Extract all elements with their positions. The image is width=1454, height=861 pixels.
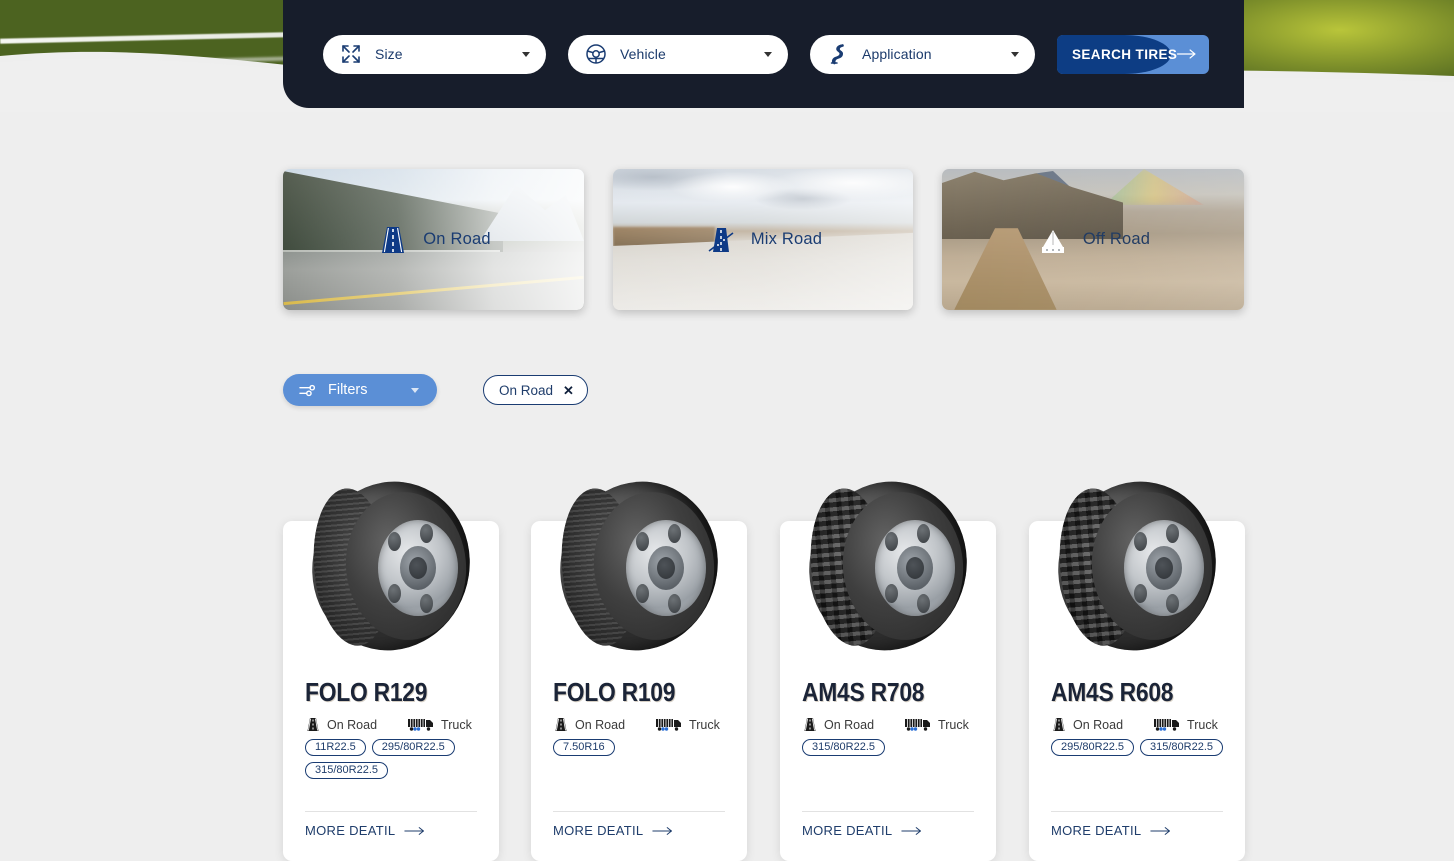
product-title: AM4S R608 [1051,677,1174,707]
active-filter-chip-on-road[interactable]: On Road ✕ [483,375,588,405]
more-detail-link[interactable]: MORE DEATIL [802,823,923,838]
more-detail-label: MORE DEATIL [305,823,396,838]
tire-image [304,475,478,657]
more-detail-link[interactable]: MORE DEATIL [1051,823,1172,838]
vehicle-dropdown-label: Vehicle [620,46,666,62]
product-title: AM4S R708 [802,677,925,707]
product-card[interactable]: FOLO R109 On Road Truck 7.50R16 MORE DEA… [531,475,747,861]
product-vehicle-label: Truck [441,717,472,732]
filters-button[interactable]: Filters [283,374,437,406]
more-detail-label: MORE DEATIL [802,823,893,838]
product-terrain-label: On Road [824,717,875,732]
category-label-mix-road: Mix Road [750,230,823,248]
chevron-down-icon [411,388,419,393]
product-terrain-label: On Road [575,717,626,732]
product-meta: On Road Truck [802,717,969,732]
product-terrain-label: On Road [1073,717,1124,732]
chevron-down-icon [764,52,772,57]
category-card-mix-road[interactable]: Mix Road [613,169,913,310]
category-label-off-road: Off Road [1082,230,1151,248]
product-terrain-label: On Road [327,717,378,732]
road-icon [382,226,405,253]
active-filter-label: On Road [499,382,554,398]
product-vehicle-label: Truck [1187,717,1218,732]
vehicle-dropdown[interactable]: Vehicle [568,34,788,74]
tire-image [552,475,726,657]
chevron-down-icon [522,52,530,57]
product-title: FOLO R109 [553,677,676,707]
resize-arrows-icon [342,45,360,63]
chevron-down-icon [1011,52,1019,57]
more-detail-link[interactable]: MORE DEATIL [305,823,426,838]
search-tires-label: SEARCH TIRES [1072,46,1178,62]
product-size-chips: 295/80R22.5 315/80R22.5 [1051,739,1227,756]
filters-label: Filters [328,382,368,398]
filter-bar: Filters On Road ✕ [283,374,588,406]
sliders-icon [299,384,316,396]
arrow-right-icon [652,826,673,835]
product-size-chips: 11R22.5 295/80R22.5 315/80R22.5 [305,739,481,779]
truck-icon [656,719,682,731]
size-chip[interactable]: 11R22.5 [305,739,366,756]
terrain-category-cards: On Road Mix Road Off Road [283,169,1244,310]
more-detail-link[interactable]: MORE DEATIL [553,823,674,838]
product-card[interactable]: FOLO R129 On Road Truck 11R22.5 295/80R2… [283,475,499,861]
size-chip[interactable]: 295/80R22.5 [1051,739,1134,756]
size-chip[interactable]: 315/80R22.5 [1140,739,1223,756]
category-card-on-road[interactable]: On Road [283,169,584,310]
road-icon [555,718,567,731]
product-card[interactable]: AM4S R708 On Road Truck 315/80R22.5 MORE… [780,475,996,861]
arrow-right-icon [404,826,425,835]
product-meta: On Road Truck [305,717,472,732]
card-divider [553,811,725,812]
product-grid: FOLO R129 On Road Truck 11R22.5 295/80R2… [283,475,1245,861]
winding-road-icon [830,44,844,65]
truck-icon [905,719,931,731]
size-chip[interactable]: 315/80R22.5 [305,762,388,779]
tire-finder-page: Size Vehicle Application SEARCH TIRES On… [0,0,1454,861]
road-icon [1053,718,1065,731]
card-divider [305,811,477,812]
product-title: FOLO R129 [305,677,428,707]
off-road-mountain-icon [1041,229,1064,253]
steering-wheel-icon [586,44,606,64]
arrow-right-icon [1176,48,1196,59]
category-card-off-road[interactable]: Off Road [942,169,1244,310]
product-vehicle-label: Truck [938,717,969,732]
tire-image [1050,475,1224,657]
product-meta: On Road Truck [1051,717,1218,732]
truck-icon [1154,719,1180,731]
close-icon[interactable]: ✕ [563,384,574,397]
product-size-chips: 315/80R22.5 [802,739,978,756]
size-dropdown[interactable]: Size [323,34,546,74]
more-detail-label: MORE DEATIL [553,823,644,838]
card-divider [802,811,974,812]
search-panel: Size Vehicle Application SEARCH TIRES [283,0,1244,108]
road-icon [804,718,816,731]
arrow-right-icon [901,826,922,835]
card-divider [1051,811,1223,812]
product-card[interactable]: AM4S R608 On Road Truck 295/80R22.5 315/… [1029,475,1245,861]
product-vehicle-label: Truck [689,717,720,732]
arrow-right-icon [1150,826,1171,835]
application-dropdown-label: Application [862,46,932,62]
size-chip[interactable]: 295/80R22.5 [371,739,455,756]
search-tires-button[interactable]: SEARCH TIRES [1057,34,1209,74]
tire-image [801,475,975,657]
size-dropdown-label: Size [375,46,403,62]
size-chip[interactable]: 315/80R22.5 [802,739,885,756]
road-icon [307,718,319,731]
truck-icon [408,719,434,731]
category-label-on-road: On Road [423,230,491,248]
product-size-chips: 7.50R16 [553,739,729,756]
more-detail-label: MORE DEATIL [1051,823,1142,838]
size-chip[interactable]: 7.50R16 [553,739,615,756]
mix-road-icon [708,227,734,252]
application-dropdown[interactable]: Application [810,34,1035,74]
product-meta: On Road Truck [553,717,720,732]
